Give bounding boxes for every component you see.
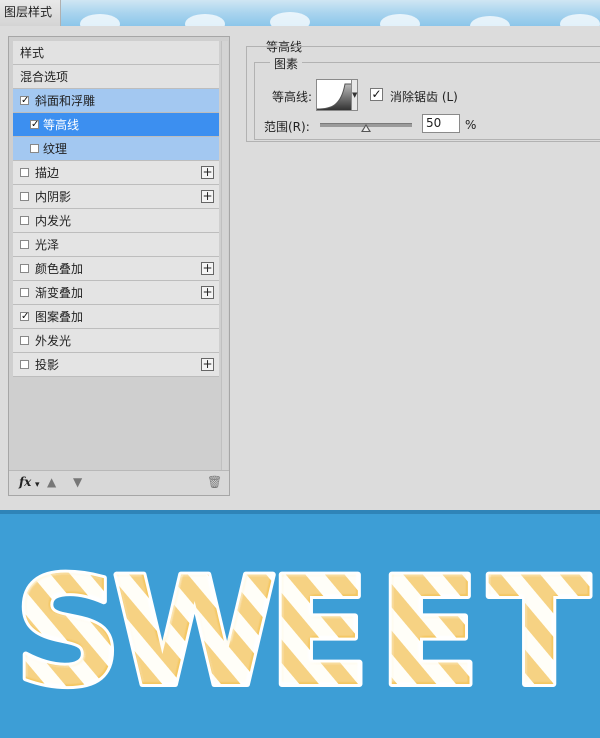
style-item[interactable]: 外发光 (13, 329, 219, 353)
preview-letter: E (268, 546, 370, 720)
style-item[interactable]: 内发光 (13, 209, 219, 233)
style-item[interactable]: 颜色叠加 + (13, 257, 219, 281)
trash-icon[interactable]: 🗑 (207, 475, 222, 489)
style-item-label: 内阴影 (35, 190, 72, 204)
sweet-preview-graphic: S W E E T (11, 543, 593, 723)
range-unit: % (465, 118, 477, 132)
style-checkbox[interactable] (20, 336, 29, 345)
contour-label: 等高线: (272, 90, 313, 104)
style-item-label: 投影 (35, 358, 60, 372)
arrow-down-icon[interactable]: ▼ (73, 475, 82, 489)
add-style-button[interactable]: + (201, 286, 214, 299)
add-style-button[interactable]: + (201, 358, 214, 371)
style-checkbox[interactable] (20, 192, 29, 201)
style-item[interactable]: 混合选项 (13, 65, 219, 89)
arrow-up-icon[interactable]: ▲ (47, 475, 56, 489)
styles-toolbar: fx ▾ ▲ ▼ 🗑 (9, 470, 229, 495)
dialog-title: 图层样式 (0, 0, 62, 26)
style-checkbox[interactable] (20, 168, 29, 177)
style-checkbox[interactable] (20, 360, 29, 369)
style-item-label: 图案叠加 (35, 310, 84, 324)
style-item-label: 样式 (20, 46, 45, 60)
style-item[interactable]: 描边 + (13, 161, 219, 185)
style-item[interactable]: 样式 (13, 41, 219, 65)
style-item-label: 等高线 (43, 118, 80, 132)
style-item[interactable]: 纹理 (13, 137, 219, 161)
style-item-label: 描边 (35, 166, 60, 180)
style-item-label: 颜色叠加 (35, 262, 84, 276)
layer-style-dialog: 图层样式 样式混合选项 ✓ 斜面和浮雕 ✓ 等高线纹理描边 + 内阴影 + 内发光光泽颜色叠加 +… (0, 0, 600, 510)
add-style-button[interactable]: + (201, 166, 214, 179)
preview-letter: E (378, 546, 480, 720)
contour-picker[interactable] (316, 79, 352, 111)
style-checkbox[interactable] (20, 264, 29, 273)
contour-curve-icon (317, 83, 351, 110)
style-item-label: 渐变叠加 (35, 286, 84, 300)
style-item[interactable]: ✓ 斜面和浮雕 (13, 89, 219, 113)
style-checkbox[interactable] (30, 144, 39, 153)
style-checkbox[interactable]: ✓ (30, 120, 39, 130)
style-item[interactable]: 投影 + (13, 353, 219, 377)
range-slider-thumb[interactable] (361, 124, 371, 132)
add-style-button[interactable]: + (201, 190, 214, 203)
style-item-label: 斜面和浮雕 (35, 94, 96, 108)
preview-letter: S (14, 546, 122, 720)
style-item[interactable]: ✓ 图案叠加 (13, 305, 219, 329)
preview-letter: T (488, 546, 590, 720)
preview-letter: W (112, 546, 277, 720)
style-item-label: 纹理 (43, 142, 68, 156)
styles-panel: 样式混合选项 ✓ 斜面和浮雕 ✓ 等高线纹理描边 + 内阴影 + 内发光光泽颜色叠加 + 渐变叠加 +… (8, 36, 230, 496)
style-checkbox[interactable] (20, 240, 29, 249)
fx-dropdown-icon[interactable]: ▾ (35, 480, 40, 490)
text-preview: S W E E T (0, 510, 600, 738)
style-item[interactable]: ✓ 等高线 (13, 113, 219, 137)
elements-group-title: 图素 (270, 55, 303, 72)
contour-dropdown-arrow-icon[interactable]: ▼ (352, 79, 358, 111)
title-bar: 图层样式 (0, 0, 600, 26)
antialias-checkbox[interactable]: ✓ (370, 88, 383, 101)
style-checkbox[interactable]: ✓ (20, 312, 29, 322)
antialias-label: 消除锯齿 (L) (390, 90, 458, 104)
style-checkbox[interactable] (20, 216, 29, 225)
style-item[interactable]: 渐变叠加 + (13, 281, 219, 305)
style-checkbox[interactable]: ✓ (20, 96, 29, 106)
add-style-button[interactable]: + (201, 262, 214, 275)
style-item-label: 内发光 (35, 214, 72, 228)
style-item-label: 混合选项 (20, 70, 69, 84)
style-list: 样式混合选项 ✓ 斜面和浮雕 ✓ 等高线纹理描边 + 内阴影 + 内发光光泽颜色叠加 + 渐变叠加 +… (13, 41, 219, 377)
preview-letters: S W E E T (11, 543, 593, 723)
style-list-scrollbar[interactable] (221, 41, 228, 471)
style-item[interactable]: 内阴影 + (13, 185, 219, 209)
range-label: 范围(R): (264, 120, 310, 134)
range-input[interactable]: 50 (422, 114, 460, 133)
fx-button[interactable]: fx (19, 475, 31, 489)
style-item-label: 外发光 (35, 334, 72, 348)
style-item-label: 光泽 (35, 238, 60, 252)
style-item[interactable]: 光泽 (13, 233, 219, 257)
style-checkbox[interactable] (20, 288, 29, 297)
